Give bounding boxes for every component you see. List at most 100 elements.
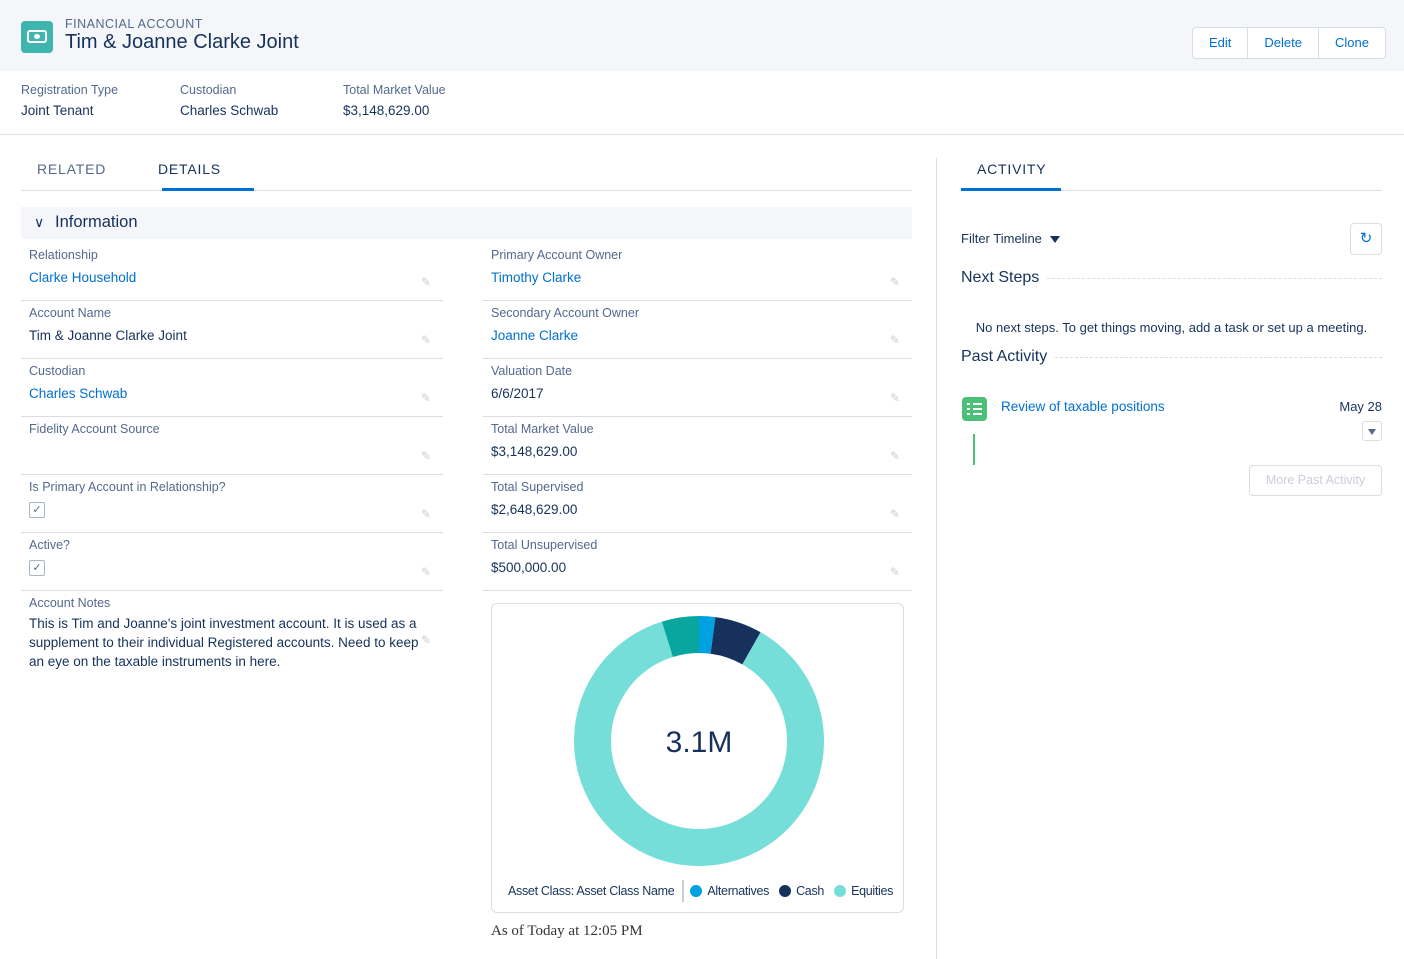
field-valuation-date: Valuation Date 6/6/2017 ✎: [483, 359, 912, 417]
activity-item-menu-button[interactable]: [1362, 421, 1382, 441]
legend-dot: [779, 885, 792, 897]
record-title: Tim & Joanne Clarke Joint: [65, 31, 299, 53]
edit-pencil-icon[interactable]: ✎: [890, 449, 904, 463]
field-relationship: Relationship Clarke Household ✎: [21, 243, 443, 301]
dashed-divider: [1055, 356, 1382, 358]
highlight-label: Registration Type: [21, 83, 119, 97]
activity-tabs: ACTIVITY: [961, 148, 1382, 191]
edit-pencil-icon[interactable]: ✎: [421, 391, 435, 405]
activity-item-date: May 28: [1339, 399, 1382, 414]
legend-item-cash[interactable]: Cash: [779, 884, 824, 898]
next-steps-title: Next Steps: [961, 269, 1040, 286]
more-past-activity-button[interactable]: More Past Activity: [1249, 465, 1382, 496]
field-value: Tim & Joanne Clarke Joint: [29, 328, 187, 343]
field-value: $500,000.00: [491, 560, 567, 575]
highlight-label: Custodian: [180, 83, 237, 97]
field-label: Total Unsupervised: [491, 538, 598, 552]
timeline-connector: [973, 434, 975, 465]
legend-label: Cash: [796, 884, 825, 898]
highlight-value: $3,148,629.00: [343, 103, 430, 118]
primary-owner-link[interactable]: Timothy Clarke: [491, 270, 581, 285]
next-steps-heading: Next Steps: [961, 269, 1382, 287]
edit-pencil-icon[interactable]: ✎: [890, 391, 904, 405]
field-primary-account-owner: Primary Account Owner Timothy Clarke ✎: [483, 243, 912, 301]
edit-pencil-icon[interactable]: ✎: [890, 565, 904, 579]
chart-legend: Asset Class: Asset Class Name Alternativ…: [508, 880, 903, 902]
column-divider: [936, 158, 937, 959]
filter-timeline-dropdown[interactable]: Filter Timeline: [961, 231, 1060, 246]
section-title: Information: [55, 213, 138, 231]
donut-chart: 3.1M: [574, 616, 824, 866]
field-label: Custodian: [29, 364, 86, 378]
legend-label: Equities: [851, 884, 894, 898]
edit-pencil-icon[interactable]: ✎: [421, 507, 435, 521]
field-custodian: Custodian Charles Schwab ✎: [21, 359, 443, 417]
field-label: Total Market Value: [491, 422, 594, 436]
legend-item-equities[interactable]: Equities: [834, 884, 893, 898]
custodian-link[interactable]: Charles Schwab: [180, 103, 278, 118]
edit-pencil-icon[interactable]: ✎: [890, 507, 904, 521]
field-label: Fidelity Account Source: [29, 422, 160, 436]
field-value: $2,648,629.00: [491, 502, 578, 517]
no-next-steps-message: No next steps. To get things moving, add…: [975, 320, 1368, 335]
edit-pencil-icon[interactable]: ✎: [421, 565, 435, 579]
field-label: Valuation Date: [491, 364, 573, 378]
highlight-label: Total Market Value: [343, 83, 446, 97]
refresh-button[interactable]: ↻: [1350, 223, 1382, 255]
highlight-custodian: Custodian Charles Schwab: [180, 83, 278, 118]
information-section-toggle[interactable]: ∨ Information: [21, 207, 912, 239]
field-is-primary-account: Is Primary Account in Relationship? ✓ ✎: [21, 475, 443, 533]
object-type-label: FINANCIAL ACCOUNT: [65, 17, 203, 31]
custodian-field-link[interactable]: Charles Schwab: [29, 386, 127, 401]
is-primary-checkbox: ✓: [29, 502, 45, 518]
edit-pencil-icon[interactable]: ✎: [421, 333, 435, 347]
edit-pencil-icon[interactable]: ✎: [890, 333, 904, 347]
legend-label: Alternatives: [707, 884, 770, 898]
activity-item-title[interactable]: Review of taxable positions: [1001, 399, 1165, 414]
legend-item-alternatives[interactable]: Alternatives: [690, 884, 769, 898]
caret-down-icon: [1049, 236, 1060, 244]
field-value: This is Tim and Joanne's joint investmen…: [29, 616, 419, 669]
legend-title: Asset Class: Asset Class Name: [508, 884, 675, 898]
field-secondary-account-owner: Secondary Account Owner Joanne Clarke ✎: [483, 301, 912, 359]
field-fidelity-account-source: Fidelity Account Source ✎: [21, 417, 443, 475]
field-active: Active? ✓ ✎: [21, 533, 443, 591]
field-label: Secondary Account Owner: [491, 306, 639, 320]
legend-dot: [690, 885, 703, 897]
delete-button[interactable]: Delete: [1248, 28, 1319, 58]
legend-separator: [682, 880, 685, 902]
edit-pencil-icon[interactable]: ✎: [421, 633, 435, 647]
tab-activity[interactable]: ACTIVITY: [977, 161, 1046, 177]
dashed-divider: [1047, 277, 1382, 279]
chevron-down-icon: ∨: [34, 214, 45, 230]
edit-pencil-icon[interactable]: ✎: [421, 275, 435, 289]
field-label: Active?: [29, 538, 70, 552]
field-total-market-value: Total Market Value $3,148,629.00 ✎: [483, 417, 912, 475]
highlight-registration-type: Registration Type Joint Tenant: [21, 83, 118, 118]
edit-pencil-icon[interactable]: ✎: [890, 275, 904, 289]
relationship-link[interactable]: Clarke Household: [29, 270, 136, 285]
field-label: Account Notes: [29, 596, 111, 610]
field-label: Account Name: [29, 306, 111, 320]
action-button-group: Edit Delete Clone: [1192, 27, 1386, 59]
field-total-supervised: Total Supervised $2,648,629.00 ✎: [483, 475, 912, 533]
edit-pencil-icon[interactable]: ✎: [421, 449, 435, 463]
field-account-notes: Account Notes This is Tim and Joanne's j…: [21, 591, 443, 681]
field-label: Total Supervised: [491, 480, 584, 494]
secondary-owner-link[interactable]: Joanne Clarke: [491, 328, 578, 343]
record-tabs: RELATED DETAILS: [21, 148, 912, 191]
field-label: Is Primary Account in Relationship?: [29, 480, 226, 494]
task-icon: [962, 397, 987, 421]
edit-button[interactable]: Edit: [1193, 28, 1249, 58]
past-activity-title: Past Activity: [961, 348, 1048, 365]
tab-details[interactable]: DETAILS: [158, 161, 221, 177]
active-tab-indicator: [162, 188, 254, 191]
chart-timestamp: As of Today at 12:05 PM: [491, 923, 643, 939]
tab-related[interactable]: RELATED: [37, 161, 106, 177]
highlight-value: Joint Tenant: [21, 103, 94, 118]
past-activity-heading: Past Activity: [961, 348, 1382, 366]
highlights-panel: Registration Type Joint Tenant Custodian…: [0, 71, 1404, 135]
legend-dot: [834, 885, 847, 897]
money-icon: [21, 21, 53, 53]
clone-button[interactable]: Clone: [1319, 28, 1385, 58]
